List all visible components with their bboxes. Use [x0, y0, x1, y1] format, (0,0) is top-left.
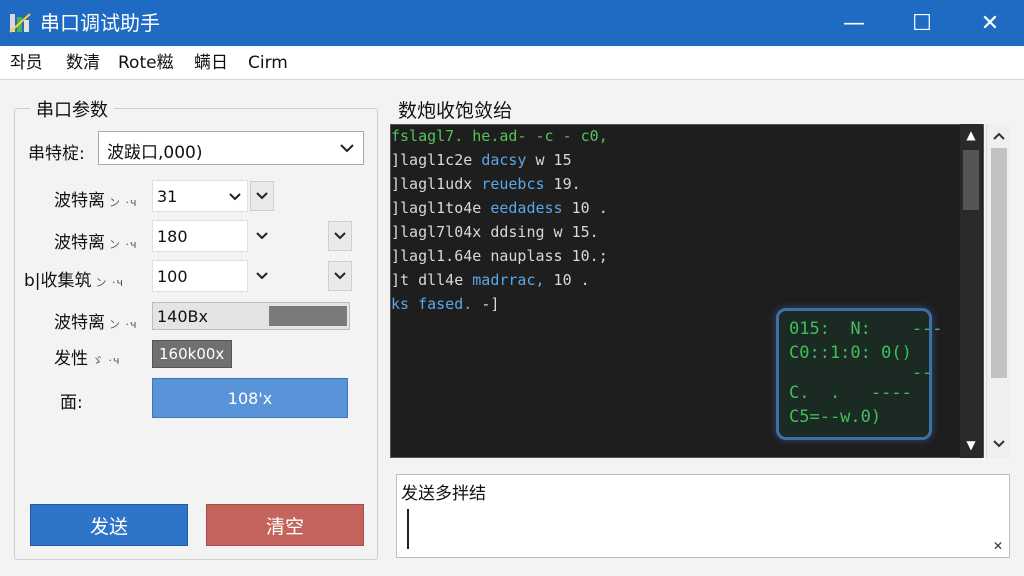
mini-line: C5=--w.0): [789, 407, 882, 427]
param-label-5: 发性ゞ ·ч: [54, 349, 121, 369]
mini-line: C. . ----: [789, 383, 912, 403]
scroll-up-icon[interactable]: ▲: [964, 128, 978, 142]
param-combo-1[interactable]: 31: [152, 180, 248, 212]
receive-title: 数炮收饱敛绐: [398, 100, 513, 122]
param-field-4[interactable]: 140Bx: [152, 302, 350, 330]
terminal-line: ks fased. -]: [391, 295, 500, 313]
terminal-scrollbar[interactable]: ▲ ▼: [960, 124, 982, 458]
port-select-value: 波跋口,000): [107, 143, 203, 163]
chevron-down-icon: [334, 232, 346, 240]
terminal-line: ]t dll4e madrrac, 10 .: [391, 271, 590, 289]
send-button[interactable]: 发送: [30, 504, 188, 546]
terminal-line: ]lagl1udx reuebcs 19.: [391, 175, 581, 193]
mini-line: 015: N: ---: [789, 319, 943, 339]
send-area-label: 发送多拌结: [401, 484, 486, 504]
param-label-2: 波特离ン ·ч: [54, 233, 138, 253]
app-icon: [9, 13, 31, 33]
chevron-up-icon[interactable]: [991, 128, 1007, 144]
send-input[interactable]: [407, 509, 967, 549]
chevron-down-icon: [256, 272, 268, 280]
chevron-down-icon: [256, 192, 268, 200]
menu-item-3[interactable]: Rote糍: [118, 52, 174, 74]
scrollbar-thumb[interactable]: [963, 150, 979, 210]
chevron-down-icon: [256, 232, 268, 240]
param-field-4-bar: [269, 306, 347, 326]
menu-item-4[interactable]: 螨日: [194, 52, 228, 74]
chevron-down-icon: [340, 144, 354, 153]
maximize-button[interactable]: ☐: [888, 0, 956, 46]
terminal-line: ]lagl1.64e nauplass 10.;: [391, 247, 608, 265]
menu-bar: 좌员 数清 Rote糍 螨日 Cirm: [0, 46, 1024, 80]
terminal-line: fslagl7. he.ad- -c - c0,: [391, 127, 608, 145]
port-label: 串特椗:: [28, 144, 85, 164]
chevron-down-icon[interactable]: [991, 436, 1007, 452]
resize-grip-icon[interactable]: ✕: [993, 539, 1003, 553]
menu-item-2[interactable]: 数清: [66, 52, 100, 74]
param-dropdown-button-1[interactable]: [250, 181, 274, 211]
param-combo-2[interactable]: 180: [152, 220, 248, 252]
menu-item-1[interactable]: 좌员: [10, 52, 43, 74]
minimize-button[interactable]: —: [820, 0, 888, 46]
param-combo-3[interactable]: 100: [152, 260, 248, 292]
receive-scrollbar[interactable]: [986, 124, 1010, 458]
close-button[interactable]: ✕: [956, 0, 1024, 46]
param-dropdown-button-3[interactable]: [250, 261, 274, 291]
send-area: 发送多拌结 ✕: [396, 474, 1010, 558]
scrollbar-thumb[interactable]: [991, 148, 1007, 378]
serial-params-group: [14, 108, 378, 560]
terminal-line: ]lagl7l04x ddsing w 15.: [391, 223, 599, 241]
param-dropdown-button-3b[interactable]: [328, 261, 352, 291]
serial-params-legend: 串口参数: [30, 96, 114, 122]
terminal-line: ]lagl1to4e eedadess 10 .: [391, 199, 608, 217]
param-dropdown-button-2[interactable]: [250, 221, 274, 251]
param-field-5[interactable]: 160k00x: [152, 340, 232, 368]
mini-line: C0::1:0: 0(): [789, 343, 912, 363]
mini-line: --: [789, 363, 943, 383]
chevron-down-icon: [229, 193, 241, 201]
clear-button[interactable]: 清空: [206, 504, 364, 546]
menu-item-5[interactable]: Cirm: [248, 52, 288, 74]
param-label-6: 面:: [60, 393, 83, 413]
chevron-down-icon: [334, 272, 346, 280]
title-bar: 串口调试助手 — ☐ ✕: [0, 0, 1024, 46]
param-label-4: 波特离ン ·ч: [54, 313, 138, 333]
param-label-3: b|收集筑ン ·ч: [24, 271, 125, 291]
param-label-1: 波特离ン ·ч: [54, 191, 138, 211]
port-select[interactable]: 波跋口,000): [98, 131, 364, 165]
window-title: 串口调试助手: [40, 11, 160, 35]
param-field-6[interactable]: 108'x: [152, 378, 348, 418]
mini-display: 015: N: --- C0::1:0: 0() -- C. . ---- C5…: [776, 308, 943, 440]
terminal-line: ]lagl1c2e dacsy w 15: [391, 151, 572, 169]
param-dropdown-button-2b[interactable]: [328, 221, 352, 251]
scroll-down-icon[interactable]: ▼: [964, 438, 978, 452]
